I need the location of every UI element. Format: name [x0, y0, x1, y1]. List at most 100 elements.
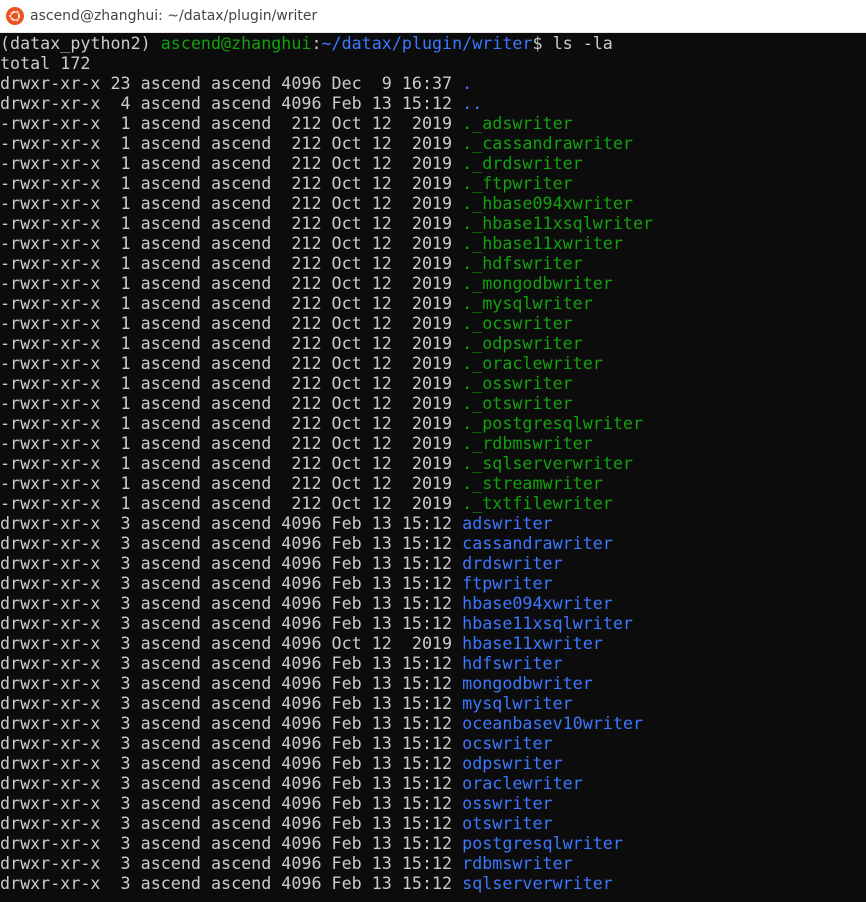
- directory-name: cassandrawriter: [462, 533, 613, 553]
- listing-meta: drwxr-xr-x 3 ascend ascend 4096 Feb 13 1…: [0, 833, 463, 853]
- listing-meta: drwxr-xr-x 3 ascend ascend 4096 Feb 13 1…: [0, 593, 463, 613]
- directory-name: sqlserverwriter: [462, 873, 613, 893]
- file-name: ._hbase094xwriter: [462, 193, 633, 213]
- listing-row: -rwxr-xr-x 1 ascend ascend 212 Oct 12 20…: [0, 173, 866, 193]
- prompt-suffix: $: [532, 33, 553, 53]
- terminal-window: ascend@zhanghui: ~/datax/plugin/writer (…: [0, 0, 866, 902]
- listing-meta: drwxr-xr-x 3 ascend ascend 4096 Feb 13 1…: [0, 553, 463, 573]
- prompt-path: ~/datax/plugin/writer: [321, 33, 533, 53]
- listing-meta: -rwxr-xr-x 1 ascend ascend 212 Oct 12 20…: [0, 493, 463, 513]
- listing-row: drwxr-xr-x 3 ascend ascend 4096 Feb 13 1…: [0, 573, 866, 593]
- listing-meta: -rwxr-xr-x 1 ascend ascend 212 Oct 12 20…: [0, 453, 463, 473]
- listing-row: -rwxr-xr-x 1 ascend ascend 212 Oct 12 20…: [0, 433, 866, 453]
- listing-meta: -rwxr-xr-x 1 ascend ascend 212 Oct 12 20…: [0, 473, 463, 493]
- file-name: ._streamwriter: [462, 473, 603, 493]
- listing-row: -rwxr-xr-x 1 ascend ascend 212 Oct 12 20…: [0, 133, 866, 153]
- window-title: ascend@zhanghui: ~/datax/plugin/writer: [30, 8, 318, 24]
- terminal-output[interactable]: (datax_python2) ascend@zhanghui:~/datax/…: [0, 33, 866, 902]
- directory-name: ftpwriter: [462, 573, 553, 593]
- listing-row: drwxr-xr-x 3 ascend ascend 4096 Feb 13 1…: [0, 613, 866, 633]
- listing-row: drwxr-xr-x 3 ascend ascend 4096 Feb 13 1…: [0, 813, 866, 833]
- listing-row: -rwxr-xr-x 1 ascend ascend 212 Oct 12 20…: [0, 493, 866, 513]
- listing-meta: drwxr-xr-x 3 ascend ascend 4096 Feb 13 1…: [0, 733, 463, 753]
- file-name: ._mongodbwriter: [462, 273, 613, 293]
- listing-meta: -rwxr-xr-x 1 ascend ascend 212 Oct 12 20…: [0, 233, 463, 253]
- prompt-env: (datax_python2): [0, 33, 161, 53]
- title-bar[interactable]: ascend@zhanghui: ~/datax/plugin/writer: [0, 0, 866, 33]
- listing-row: -rwxr-xr-x 1 ascend ascend 212 Oct 12 20…: [0, 213, 866, 233]
- directory-name: ..: [462, 93, 483, 113]
- listing-row: -rwxr-xr-x 1 ascend ascend 212 Oct 12 20…: [0, 193, 866, 213]
- file-name: ._hdfswriter: [462, 253, 583, 273]
- listing-row: drwxr-xr-x 3 ascend ascend 4096 Feb 13 1…: [0, 713, 866, 733]
- directory-name: .: [462, 73, 473, 93]
- listing-meta: drwxr-xr-x 3 ascend ascend 4096 Feb 13 1…: [0, 573, 463, 593]
- listing-meta: drwxr-xr-x 3 ascend ascend 4096 Oct 12 2…: [0, 633, 463, 653]
- listing-meta: -rwxr-xr-x 1 ascend ascend 212 Oct 12 20…: [0, 133, 463, 153]
- listing-row: drwxr-xr-x 3 ascend ascend 4096 Feb 13 1…: [0, 513, 866, 533]
- directory-name: drdswriter: [462, 553, 563, 573]
- listing-row: -rwxr-xr-x 1 ascend ascend 212 Oct 12 20…: [0, 473, 866, 493]
- file-name: ._ocswriter: [462, 313, 573, 333]
- listing-meta: -rwxr-xr-x 1 ascend ascend 212 Oct 12 20…: [0, 313, 463, 333]
- directory-name: mysqlwriter: [462, 693, 573, 713]
- total-line: total 172: [0, 53, 91, 73]
- directory-name: oceanbasev10writer: [462, 713, 643, 733]
- directory-name: adswriter: [462, 513, 553, 533]
- file-name: ._oraclewriter: [462, 353, 603, 373]
- listing-meta: drwxr-xr-x 3 ascend ascend 4096 Feb 13 1…: [0, 693, 463, 713]
- listing-row: drwxr-xr-x 3 ascend ascend 4096 Feb 13 1…: [0, 753, 866, 773]
- listing-row: -rwxr-xr-x 1 ascend ascend 212 Oct 12 20…: [0, 233, 866, 253]
- listing-meta: -rwxr-xr-x 1 ascend ascend 212 Oct 12 20…: [0, 213, 463, 233]
- listing-meta: drwxr-xr-x 23 ascend ascend 4096 Dec 9 1…: [0, 73, 463, 93]
- listing-row: -rwxr-xr-x 1 ascend ascend 212 Oct 12 20…: [0, 253, 866, 273]
- listing-row: -rwxr-xr-x 1 ascend ascend 212 Oct 12 20…: [0, 313, 866, 333]
- listing-meta: -rwxr-xr-x 1 ascend ascend 212 Oct 12 20…: [0, 413, 463, 433]
- listing-row: -rwxr-xr-x 1 ascend ascend 212 Oct 12 20…: [0, 413, 866, 433]
- listing-row: drwxr-xr-x 3 ascend ascend 4096 Feb 13 1…: [0, 673, 866, 693]
- file-name: ._mysqlwriter: [462, 293, 593, 313]
- listing-meta: -rwxr-xr-x 1 ascend ascend 212 Oct 12 20…: [0, 253, 463, 273]
- directory-name: mongodbwriter: [462, 673, 593, 693]
- listing-row: -rwxr-xr-x 1 ascend ascend 212 Oct 12 20…: [0, 453, 866, 473]
- directory-name: odpswriter: [462, 753, 563, 773]
- listing-meta: drwxr-xr-x 3 ascend ascend 4096 Feb 13 1…: [0, 533, 463, 553]
- listing-meta: -rwxr-xr-x 1 ascend ascend 212 Oct 12 20…: [0, 333, 463, 353]
- directory-name: otswriter: [462, 813, 553, 833]
- file-name: ._adswriter: [462, 113, 573, 133]
- file-listing: drwxr-xr-x 23 ascend ascend 4096 Dec 9 1…: [0, 73, 866, 893]
- file-name: ._cassandrawriter: [462, 133, 633, 153]
- file-name: ._hbase11xsqlwriter: [462, 213, 654, 233]
- directory-name: postgresqlwriter: [462, 833, 623, 853]
- listing-meta: -rwxr-xr-x 1 ascend ascend 212 Oct 12 20…: [0, 353, 463, 373]
- listing-meta: drwxr-xr-x 3 ascend ascend 4096 Feb 13 1…: [0, 813, 463, 833]
- listing-row: drwxr-xr-x 3 ascend ascend 4096 Feb 13 1…: [0, 773, 866, 793]
- file-name: ._ftpwriter: [462, 173, 573, 193]
- listing-row: -rwxr-xr-x 1 ascend ascend 212 Oct 12 20…: [0, 333, 866, 353]
- listing-meta: -rwxr-xr-x 1 ascend ascend 212 Oct 12 20…: [0, 273, 463, 293]
- listing-meta: -rwxr-xr-x 1 ascend ascend 212 Oct 12 20…: [0, 293, 463, 313]
- listing-meta: drwxr-xr-x 3 ascend ascend 4096 Feb 13 1…: [0, 873, 463, 893]
- listing-meta: -rwxr-xr-x 1 ascend ascend 212 Oct 12 20…: [0, 113, 463, 133]
- listing-meta: -rwxr-xr-x 1 ascend ascend 212 Oct 12 20…: [0, 433, 463, 453]
- file-name: ._txtfilewriter: [462, 493, 613, 513]
- file-name: ._odpswriter: [462, 333, 583, 353]
- listing-meta: -rwxr-xr-x 1 ascend ascend 212 Oct 12 20…: [0, 393, 463, 413]
- listing-row: -rwxr-xr-x 1 ascend ascend 212 Oct 12 20…: [0, 153, 866, 173]
- listing-meta: -rwxr-xr-x 1 ascend ascend 212 Oct 12 20…: [0, 173, 463, 193]
- listing-row: -rwxr-xr-x 1 ascend ascend 212 Oct 12 20…: [0, 273, 866, 293]
- listing-meta: -rwxr-xr-x 1 ascend ascend 212 Oct 12 20…: [0, 193, 463, 213]
- listing-row: drwxr-xr-x 3 ascend ascend 4096 Feb 13 1…: [0, 693, 866, 713]
- listing-meta: drwxr-xr-x 4 ascend ascend 4096 Feb 13 1…: [0, 93, 463, 113]
- listing-row: drwxr-xr-x 3 ascend ascend 4096 Feb 13 1…: [0, 533, 866, 553]
- file-name: ._osswriter: [462, 373, 573, 393]
- listing-row: drwxr-xr-x 23 ascend ascend 4096 Dec 9 1…: [0, 73, 866, 93]
- directory-name: hdfswriter: [462, 653, 563, 673]
- listing-row: -rwxr-xr-x 1 ascend ascend 212 Oct 12 20…: [0, 113, 866, 133]
- listing-row: drwxr-xr-x 4 ascend ascend 4096 Feb 13 1…: [0, 93, 866, 113]
- listing-row: drwxr-xr-x 3 ascend ascend 4096 Feb 13 1…: [0, 593, 866, 613]
- listing-row: -rwxr-xr-x 1 ascend ascend 212 Oct 12 20…: [0, 353, 866, 373]
- listing-meta: drwxr-xr-x 3 ascend ascend 4096 Feb 13 1…: [0, 673, 463, 693]
- prompt-colon: :: [311, 33, 322, 53]
- listing-meta: drwxr-xr-x 3 ascend ascend 4096 Feb 13 1…: [0, 753, 463, 773]
